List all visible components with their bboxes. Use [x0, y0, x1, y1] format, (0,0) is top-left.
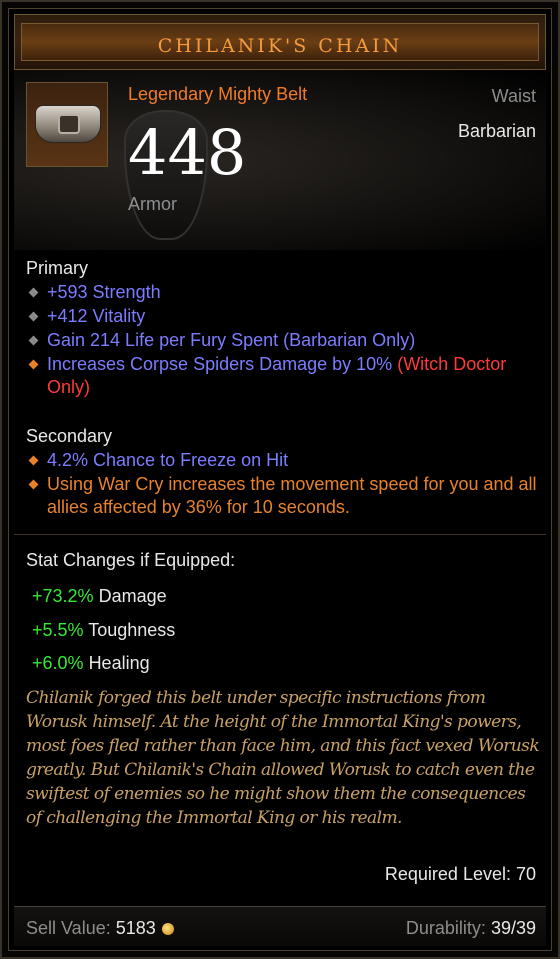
gold-coin-icon	[161, 923, 174, 935]
required-level: Required Level: 70	[384, 864, 536, 884]
primary-stat: +593 Strength	[28, 281, 537, 304]
tooltip-footer: Sell Value: 5183 Durability: 39/39	[14, 906, 546, 946]
divider	[14, 534, 546, 535]
secondary-title: Secondary	[26, 426, 113, 446]
item-title-bar: CHILANIK'S CHAIN	[14, 14, 546, 70]
stat-change-healing: +6.0% Healing	[32, 653, 150, 673]
stat-change-damage: +73.2% Damage	[32, 586, 167, 606]
primary-legendary-stat: Increases Corpse Spiders Damage by 10% (…	[28, 353, 537, 399]
primary-title: Primary	[26, 258, 88, 278]
secondary-stat: 4.2% Chance to Freeze on Hit	[28, 449, 537, 472]
item-slot: Waist	[491, 86, 536, 106]
durability: Durability: 39/39	[405, 918, 536, 938]
item-icon-frame	[26, 82, 108, 167]
sell-value: Sell Value: 5183	[26, 918, 174, 939]
flavor-text: Chilanik forged this belt under specific…	[26, 688, 540, 828]
stat-changes-title: Stat Changes if Equipped:	[26, 550, 236, 570]
belt-icon	[35, 105, 101, 143]
item-type: Legendary Mighty Belt	[128, 84, 308, 104]
armor-label: Armor	[128, 194, 177, 214]
armor-value: 448	[128, 116, 247, 189]
primary-stat: +412 Vitality	[28, 305, 537, 328]
secondary-legendary-stat: Using War Cry increases the movement spe…	[28, 473, 537, 519]
item-class: Barbarian	[457, 121, 536, 141]
stat-change-toughness: +5.5% Toughness	[32, 620, 176, 640]
item-name: CHILANIK'S CHAIN	[157, 35, 403, 57]
primary-stat: Gain 214 Life per Fury Spent (Barbarian …	[28, 329, 537, 352]
belt-buckle	[58, 114, 80, 134]
